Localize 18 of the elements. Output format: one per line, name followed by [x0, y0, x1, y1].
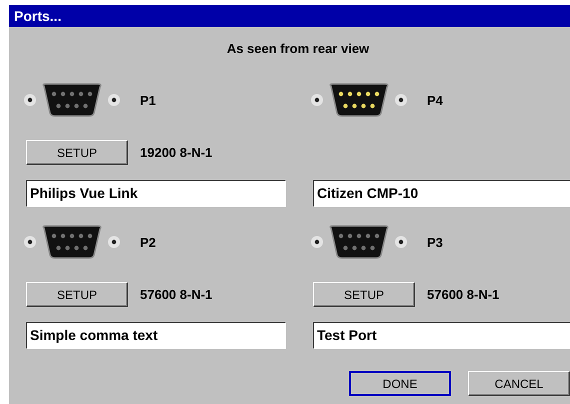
port-settings: 57600 8-N-1 — [427, 287, 500, 302]
device-field[interactable]: Philips Vue Link — [26, 180, 286, 207]
port-settings: 19200 8-N-1 — [140, 145, 212, 160]
caption-text: As seen from rear view — [226, 41, 370, 58]
window-title: Ports... — [9, 5, 570, 27]
device-field[interactable]: Citizen CMP-10 — [313, 180, 570, 207]
setup-button[interactable]: SETUP — [26, 282, 128, 307]
port-label: P3 — [427, 234, 443, 250]
setup-button[interactable]: SETUP — [313, 282, 415, 307]
port-label: P2 — [140, 234, 156, 250]
port-label: P1 — [140, 92, 156, 108]
setup-button[interactable]: SETUP — [26, 140, 128, 165]
device-field[interactable]: Simple comma text — [26, 322, 286, 349]
port-label: P4 — [427, 92, 443, 108]
device-field[interactable]: Test Port — [313, 322, 570, 349]
dialog-button[interactable]: DONE — [349, 371, 451, 396]
dialog-button[interactable]: CANCEL — [468, 371, 570, 396]
port-settings: 57600 8-N-1 — [140, 287, 212, 302]
